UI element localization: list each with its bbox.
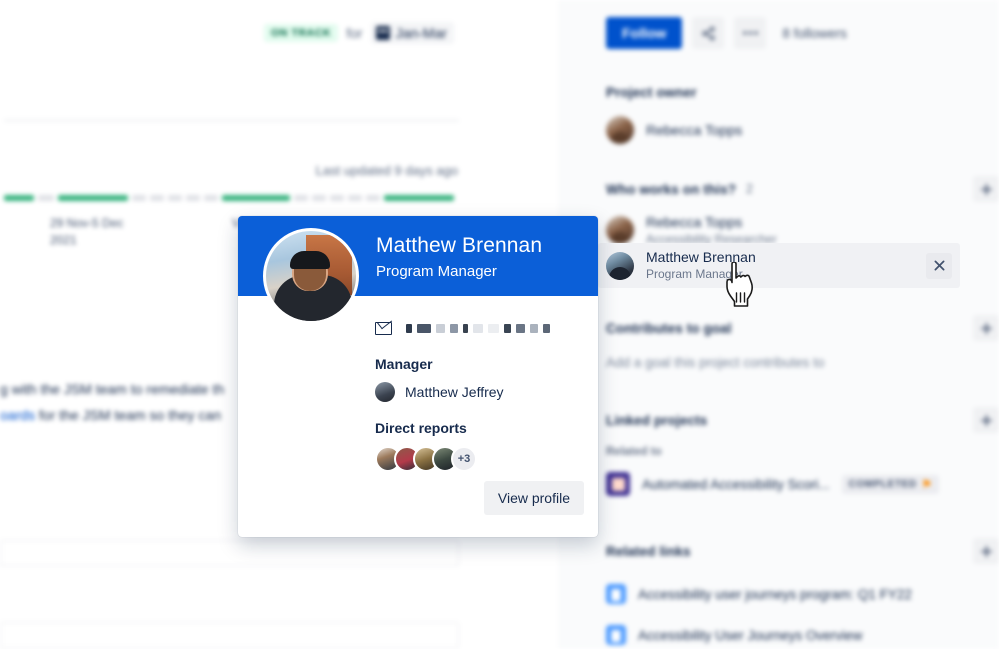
sidebar-toolbar: Follow 8 followers [606, 17, 999, 49]
related-link-item[interactable]: ▇ Accessibility user journeys program: Q… [606, 584, 999, 604]
related-links-heading: Related links [606, 538, 999, 564]
mail-icon [375, 321, 392, 335]
content-block-mid [0, 540, 459, 566]
person-role: Program Manager [646, 267, 743, 281]
person-name: Rebecca Topps [646, 213, 743, 230]
project-owner-name: Rebecca Topps [646, 121, 743, 138]
who-works-heading: Who works on this? 2 [606, 176, 999, 202]
profile-hover-card: Matthew Brennan Program Manager Manager … [238, 216, 598, 537]
linked-project-row[interactable]: Automated Accessibility Scori... COMPLET… [606, 472, 999, 496]
details-sidebar: Follow 8 followers Project owner Rebecca… [558, 0, 999, 649]
timeline-segment [294, 195, 308, 201]
manager-row[interactable]: Matthew Jeffrey [375, 382, 598, 402]
redacted-block [473, 323, 483, 333]
timeline-segment [348, 195, 362, 201]
profile-email-row[interactable] [375, 318, 598, 338]
manager-heading: Manager [375, 356, 433, 372]
redacted-block [463, 323, 468, 333]
timeline-segment [330, 195, 344, 201]
date-range-label: Jan-Mar [395, 25, 447, 41]
direct-reports-heading: Direct reports [375, 420, 467, 436]
person-row-matthew-brennan[interactable]: Matthew Brennan Program Manager [598, 243, 960, 288]
add-goal-button[interactable] [973, 315, 999, 341]
add-related-link-button[interactable] [973, 538, 999, 564]
contributes-goal-empty[interactable]: Add a goal this project contributes to [606, 355, 999, 370]
profile-card-body: Manager Matthew Jeffrey Direct reports +… [238, 296, 598, 472]
project-icon [606, 472, 630, 496]
contributes-goal-heading: Contributes to goal [606, 315, 999, 341]
follow-button[interactable]: Follow [606, 17, 683, 49]
redacted-block [530, 323, 538, 333]
timeline-segment [366, 195, 380, 201]
timeline-segment [384, 195, 454, 201]
last-updated-label: Last updated 9 days ago [315, 163, 458, 178]
confluence-icon: ▇ [606, 584, 626, 604]
project-owner-heading: Project owner [606, 85, 697, 100]
person-name: Matthew Brennan [646, 249, 756, 265]
status-for-label: for [346, 25, 363, 41]
view-profile-wrap: View profile [483, 481, 584, 515]
timeline-segment [186, 195, 200, 201]
view-profile-button[interactable]: View profile [483, 481, 584, 515]
who-works-count: 2 [746, 182, 754, 196]
timeline-segment [222, 195, 290, 201]
redacted-block [516, 323, 525, 333]
linked-projects-heading: Linked projects [606, 407, 999, 433]
redacted-block [450, 323, 458, 333]
share-icon[interactable] [692, 17, 725, 49]
avatar [375, 382, 395, 402]
related-link-item[interactable]: ▇ Accessibility User Journeys Overview [606, 625, 999, 645]
add-person-button[interactable] [973, 176, 999, 202]
status-badge: COMPLETED ⚑ [841, 474, 940, 494]
related-to-label: Related to [606, 446, 662, 458]
divider-lower-1 [0, 565, 459, 566]
followers-count: 8 followers [782, 25, 847, 41]
profile-email-redacted [406, 323, 550, 333]
timeline-date-label: 29 Nov-5 Dec 2021 [50, 216, 124, 247]
add-linked-project-button[interactable] [973, 407, 999, 433]
redacted-block [504, 323, 511, 333]
timeline-segment [312, 195, 326, 201]
profile-card-banner: Matthew Brennan Program Manager [238, 216, 598, 324]
timeline-bar [4, 195, 459, 201]
project-status-row: ON TRACK for Jan-Mar [264, 22, 454, 44]
avatar [606, 116, 634, 144]
manager-name: Matthew Jeffrey [405, 384, 504, 400]
content-divider [4, 120, 459, 121]
redacted-block [543, 323, 550, 333]
close-icon[interactable] [926, 252, 952, 279]
related-link-label: Accessibility User Journeys Overview [638, 627, 863, 643]
profile-role: Program Manager [376, 263, 497, 280]
timeline-segment [58, 195, 128, 201]
avatar [606, 216, 634, 244]
timeline-segment [168, 195, 182, 201]
status-badge: ON TRACK [264, 24, 339, 42]
profile-card-heading: Matthew Brennan Program Manager [376, 232, 542, 283]
flag-icon: ⚑ [921, 478, 933, 491]
timeline-segment [150, 195, 164, 201]
redacted-block [417, 323, 431, 333]
timeline-segment [38, 195, 54, 201]
direct-reports-overflow[interactable]: +3 [451, 446, 477, 472]
direct-reports-avatars[interactable]: +3 [375, 446, 598, 472]
timeline-segment [4, 195, 34, 201]
avatar-hat [290, 251, 330, 269]
calendar-icon [375, 26, 390, 40]
avatar [606, 251, 634, 280]
app-root: ON TRACK for Jan-Mar Last updated 9 days… [0, 0, 999, 649]
more-icon[interactable] [734, 17, 767, 49]
redacted-block [436, 323, 445, 333]
linked-project-title: Automated Accessibility Scori... [642, 476, 830, 492]
timeline-segment [204, 195, 218, 201]
confluence-icon: ▇ [606, 625, 626, 645]
content-block-lower [0, 622, 459, 649]
date-range-chip[interactable]: Jan-Mar [370, 22, 454, 44]
profile-name: Matthew Brennan [376, 234, 543, 257]
related-link-label: Accessibility user journeys program: Q1 … [638, 586, 912, 602]
description-link[interactable]: oards [0, 407, 35, 423]
project-owner-row[interactable]: Rebecca Topps [606, 108, 999, 152]
redacted-block [488, 323, 499, 333]
redacted-block [406, 323, 412, 333]
timeline-segment [132, 195, 146, 201]
